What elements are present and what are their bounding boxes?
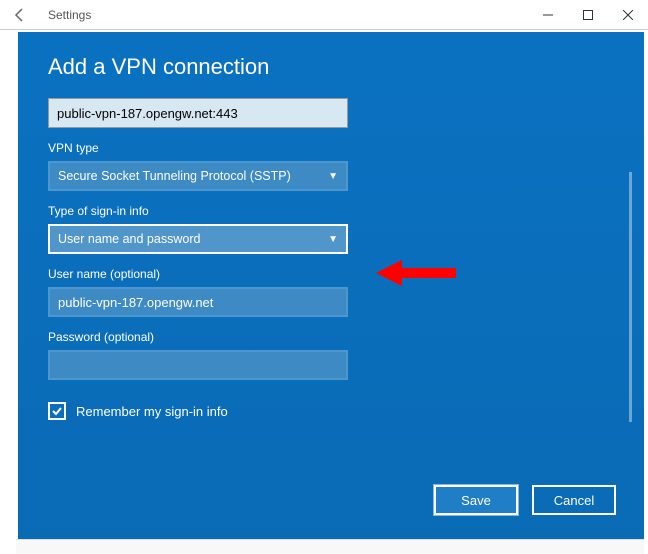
modal-heading: Add a VPN connection bbox=[48, 54, 614, 80]
vpn-type-value: Secure Socket Tunneling Protocol (SSTP) bbox=[58, 169, 291, 183]
minimize-button[interactable] bbox=[528, 0, 568, 30]
remember-checkbox[interactable] bbox=[48, 402, 66, 420]
password-input[interactable] bbox=[48, 350, 348, 380]
connection-name-input[interactable] bbox=[48, 98, 348, 128]
close-button[interactable] bbox=[608, 0, 648, 30]
chevron-down-icon: ▼ bbox=[328, 234, 338, 245]
remember-checkbox-row[interactable]: Remember my sign-in info bbox=[48, 402, 614, 420]
close-icon bbox=[623, 10, 633, 20]
scrollbar[interactable] bbox=[629, 172, 632, 422]
signin-type-select[interactable]: User name and password ▼ bbox=[48, 224, 348, 254]
maximize-button[interactable] bbox=[568, 0, 608, 30]
dialog-buttons: Save Cancel bbox=[434, 485, 616, 515]
window-title: Settings bbox=[48, 8, 91, 22]
vpn-type-label: VPN type bbox=[48, 141, 614, 155]
signin-type-label: Type of sign-in info bbox=[48, 204, 614, 218]
username-input[interactable] bbox=[48, 287, 348, 317]
minimize-icon bbox=[543, 10, 553, 20]
save-button[interactable]: Save bbox=[434, 485, 518, 515]
footer bbox=[16, 539, 644, 554]
window-controls bbox=[528, 0, 648, 30]
chevron-down-icon: ▼ bbox=[328, 171, 338, 182]
maximize-icon bbox=[583, 10, 593, 20]
username-label: User name (optional) bbox=[48, 267, 614, 281]
checkmark-icon bbox=[51, 405, 63, 417]
vpn-type-select[interactable]: Secure Socket Tunneling Protocol (SSTP) … bbox=[48, 161, 348, 191]
password-label: Password (optional) bbox=[48, 330, 614, 344]
titlebar: Settings bbox=[0, 0, 648, 30]
arrow-left-icon bbox=[12, 7, 28, 23]
back-button[interactable] bbox=[8, 3, 32, 27]
remember-label: Remember my sign-in info bbox=[76, 404, 228, 419]
add-vpn-modal: Add a VPN connection VPN type Secure Soc… bbox=[18, 32, 644, 539]
cancel-button[interactable]: Cancel bbox=[532, 485, 616, 515]
signin-type-value: User name and password bbox=[58, 232, 200, 246]
